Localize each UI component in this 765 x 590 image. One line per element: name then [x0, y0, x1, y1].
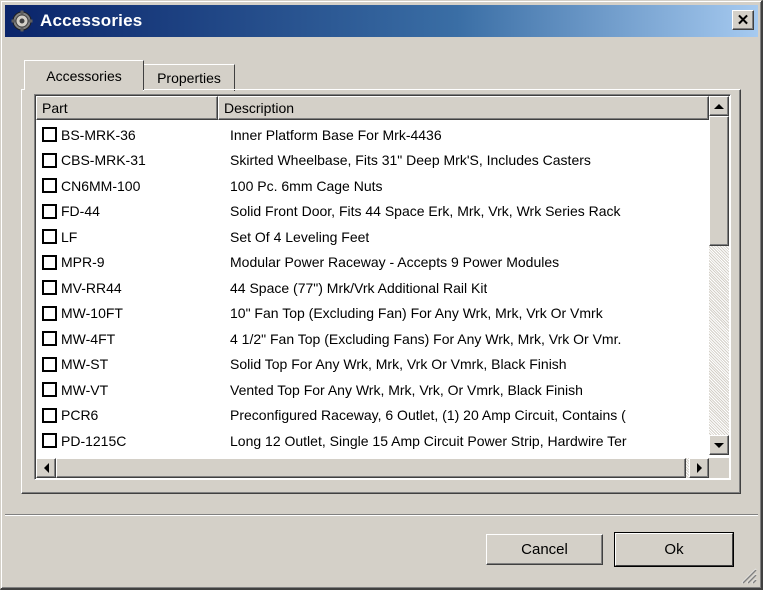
part-description: Preconfigured Raceway, 6 Outlet, (1) 20 … [230, 407, 626, 424]
part-number: MW-ST [61, 356, 109, 373]
close-icon: ✕ [736, 11, 750, 29]
list-item[interactable]: MW-ST Solid Top For Any Wrk, Mrk, Vrk Or… [36, 352, 709, 378]
list-item[interactable]: MW-10FT 10" Fan Top (Excluding Fan) For … [36, 301, 709, 327]
cancel-button-label: Cancel [521, 541, 568, 558]
list-rows: BS-MRK-36 Inner Platform Base For Mrk-44… [36, 122, 709, 455]
part-number: PD-1215C [61, 432, 127, 449]
column-header-label: Part [42, 100, 68, 116]
resize-grip-icon[interactable] [739, 566, 757, 584]
part-number: MV-RR44 [61, 279, 122, 296]
part-number: MW-10FT [61, 305, 123, 322]
scroll-right-button[interactable] [689, 458, 709, 478]
part-number: CN6MM-100 [61, 177, 141, 194]
tab-properties[interactable]: Properties [143, 64, 235, 91]
column-header-label: Description [224, 100, 295, 116]
row-checkbox[interactable] [42, 305, 57, 321]
window-title: Accessories [40, 11, 143, 30]
part-number: PCR6 [61, 407, 99, 424]
row-checkbox[interactable] [42, 382, 57, 398]
divider [5, 514, 758, 516]
part-description: 44 Space (77") Mrk/Vrk Additional Rail K… [230, 279, 488, 296]
list-item[interactable]: BS-MRK-36 Inner Platform Base For Mrk-44… [36, 122, 709, 148]
part-description: Skirted Wheelbase, Fits 31" Deep Mrk'S, … [230, 152, 591, 169]
vertical-scroll-thumb[interactable] [709, 116, 729, 246]
part-description: 100 Pc. 6mm Cage Nuts [230, 177, 383, 194]
list-item[interactable]: LF Set Of 4 Leveling Feet [36, 224, 709, 250]
column-header-description[interactable]: Description [218, 96, 709, 120]
row-checkbox[interactable] [42, 254, 57, 270]
list-item[interactable]: CN6MM-100 100 Pc. 6mm Cage Nuts [36, 173, 709, 199]
row-checkbox[interactable] [42, 178, 57, 194]
part-description: Modular Power Raceway - Accepts 9 Power … [230, 254, 560, 271]
part-description: Set Of 4 Leveling Feet [230, 228, 370, 245]
tab-label: Accessories [46, 67, 122, 84]
list-item[interactable]: MV-RR44 44 Space (77") Mrk/Vrk Additiona… [36, 275, 709, 301]
horizontal-scroll-thumb[interactable] [56, 458, 686, 478]
list-item[interactable]: FD-44 Solid Front Door, Fits 44 Space Er… [36, 199, 709, 225]
arrow-up-icon [714, 103, 724, 109]
part-description: Solid Top For Any Wrk, Mrk, Vrk Or Vmrk,… [230, 356, 567, 373]
part-number: FD-44 [61, 203, 100, 220]
title-bar[interactable]: Accessories ✕ [5, 5, 758, 37]
horizontal-scrollbar[interactable] [36, 458, 709, 478]
ok-button-label: Ok [664, 541, 684, 558]
part-number: LF [61, 228, 78, 245]
arrow-left-icon [43, 463, 49, 473]
part-number: MW-4FT [61, 330, 116, 347]
list-item[interactable]: MW-VT Vented Top For Any Wrk, Mrk, Vrk, … [36, 377, 709, 403]
part-description: Long 12 Outlet, Single 15 Amp Circuit Po… [230, 432, 627, 449]
scroll-down-button[interactable] [709, 435, 729, 455]
column-header-part[interactable]: Part [36, 96, 218, 120]
row-checkbox[interactable] [42, 229, 57, 245]
scroll-up-button[interactable] [709, 96, 729, 116]
row-checkbox[interactable] [42, 356, 57, 372]
tab-label: Properties [157, 70, 221, 86]
part-description: Vented Top For Any Wrk, Mrk, Vrk, Or Vmr… [230, 381, 583, 398]
arrow-right-icon [696, 463, 702, 473]
row-checkbox[interactable] [42, 433, 57, 449]
part-number: BS-MRK-36 [61, 126, 136, 143]
part-description: Inner Platform Base For Mrk-4436 [230, 126, 442, 143]
part-description: 4 1/2" Fan Top (Excluding Fans) For Any … [230, 330, 622, 347]
tab-accessories[interactable]: Accessories [24, 60, 144, 90]
accessories-dialog: Accessories ✕ Accessories Properties Par… [0, 0, 763, 590]
list-item[interactable]: PD-1215C Long 12 Outlet, Single 15 Amp C… [36, 428, 709, 454]
list-header: Part Description [36, 96, 709, 120]
list-item[interactable]: MW-4FT 4 1/2" Fan Top (Excluding Fans) F… [36, 326, 709, 352]
list-item[interactable]: PCR6 Preconfigured Raceway, 6 Outlet, (1… [36, 403, 709, 429]
vertical-scrollbar[interactable] [709, 96, 729, 455]
scrollbar-corner [709, 458, 729, 478]
row-checkbox[interactable] [42, 280, 57, 296]
part-number: MPR-9 [61, 254, 105, 271]
row-checkbox[interactable] [42, 152, 57, 168]
list-item[interactable]: MPR-9 Modular Power Raceway - Accepts 9 … [36, 250, 709, 276]
row-checkbox[interactable] [42, 203, 57, 219]
row-checkbox[interactable] [42, 331, 57, 347]
row-checkbox[interactable] [42, 127, 57, 143]
scroll-left-button[interactable] [36, 458, 56, 478]
part-description: Solid Front Door, Fits 44 Space Erk, Mrk… [230, 203, 621, 220]
app-gear-icon [10, 9, 34, 33]
part-number: MW-VT [61, 381, 109, 398]
row-checkbox[interactable] [42, 407, 57, 423]
arrow-down-icon [714, 442, 724, 448]
ok-button[interactable]: Ok [614, 532, 734, 567]
close-button[interactable]: ✕ [732, 10, 754, 30]
part-number: CBS-MRK-31 [61, 152, 146, 169]
accessories-list[interactable]: Part Description BS-MRK-36 Inner Platfor… [34, 94, 731, 480]
cancel-button[interactable]: Cancel [486, 534, 603, 565]
part-description: 10" Fan Top (Excluding Fan) For Any Wrk,… [230, 305, 603, 322]
list-item[interactable]: CBS-MRK-31 Skirted Wheelbase, Fits 31" D… [36, 148, 709, 174]
